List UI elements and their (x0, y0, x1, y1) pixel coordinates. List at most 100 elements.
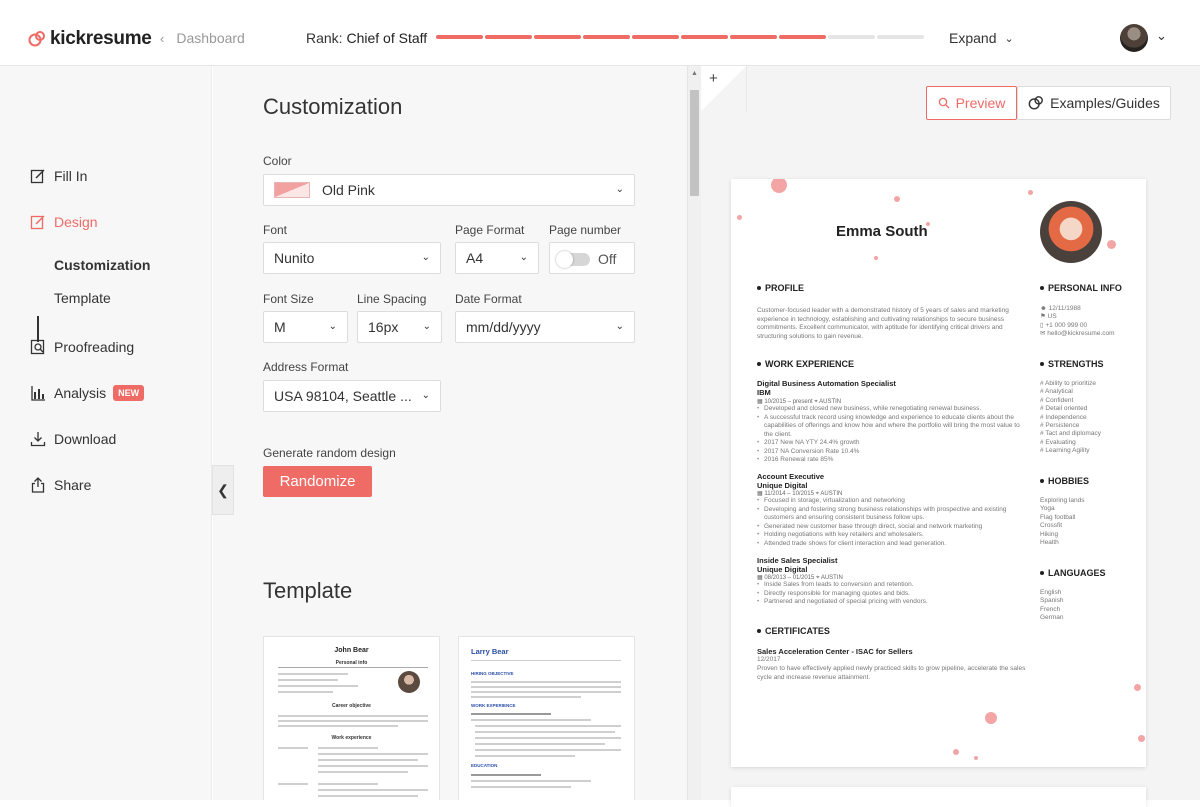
randomize-button[interactable]: Randomize (263, 466, 372, 497)
list-item: # Detail oriented (1040, 405, 1088, 413)
sidebar-item-proofreading[interactable]: Proofreading (30, 339, 134, 355)
edit-icon (30, 169, 45, 184)
decorative-dot (1107, 240, 1116, 249)
template-card-section: Career objective (332, 703, 371, 709)
personal-info-list: ☻ 12/11/1988 ⚑ US ▯ +1 000 999 00 ✉ hell… (1040, 305, 1115, 339)
color-select[interactable]: Old Pink ⌄ (263, 174, 635, 206)
list-item: # Learning Agility (1040, 447, 1090, 455)
font-value: Nunito (274, 250, 315, 266)
person-icon: ☻ (1040, 305, 1049, 312)
collapse-panel-button[interactable]: ❮ (212, 465, 234, 515)
list-item: French (1040, 605, 1061, 613)
scroll-up-arrow-icon[interactable]: ▲ (691, 70, 698, 77)
account-menu-chevron-icon[interactable]: ⌄ (1156, 28, 1167, 44)
sidebar-subitem-customization[interactable]: Customization (54, 257, 150, 273)
font-select[interactable]: Nunito ⌄ (263, 242, 441, 274)
font-label: Font (263, 223, 288, 237)
examples-guides-button[interactable]: Examples/Guides (1017, 86, 1171, 120)
scrollbar-thumb[interactable] (690, 90, 699, 196)
list-item: # Tact and diplomacy (1040, 430, 1101, 438)
certificates-heading: CERTIFICATES (757, 626, 830, 636)
rank-progress-segment (534, 35, 581, 39)
kickresume-logo[interactable]: kickresume (28, 28, 152, 50)
job-company: IBM (757, 388, 771, 397)
resume-page-2[interactable] (731, 787, 1146, 807)
resume-page[interactable]: Emma South PROFILE Customer-focused lead… (731, 179, 1146, 767)
customization-title: Customization (263, 94, 403, 119)
decorative-dot (737, 215, 742, 220)
sidebar-item-analysis[interactable]: Analysis NEW (30, 385, 145, 401)
hobbies-list: Exploring lands Yoga Flag football Cross… (1040, 497, 1084, 547)
back-to-dashboard-link[interactable]: ‹ Dashboard (160, 30, 245, 46)
rank-progress-segment (779, 35, 826, 39)
page-format-value: A4 (466, 250, 484, 266)
list-item: ▯ +1 000 999 00 (1040, 321, 1088, 329)
add-page-icon[interactable]: + (709, 70, 718, 87)
expand-label: Expand (949, 30, 997, 46)
sidebar-item-label: Fill In (54, 168, 88, 184)
rank-progress-segment (436, 35, 483, 39)
chevron-down-icon: ⌄ (615, 321, 624, 332)
profile-text: Customer-focused leader with a demonstra… (757, 307, 1009, 340)
chevron-down-icon: ⌄ (328, 321, 337, 332)
logo-text: kickresume (50, 28, 152, 49)
template-card-name: Larry Bear (471, 647, 509, 656)
profile-photo (1040, 201, 1102, 263)
decorative-dot (894, 196, 900, 202)
template-card-section: Personal info (335, 660, 368, 666)
template-card-section: HIRING OBJECTIVE (471, 671, 514, 676)
search-icon (938, 97, 950, 109)
user-avatar[interactable] (1120, 24, 1148, 52)
edit-icon (30, 215, 45, 230)
sidebar-item-label: Proofreading (54, 339, 135, 355)
job-title: Account Executive (757, 472, 825, 481)
chevron-down-icon: ⌄ (421, 390, 430, 401)
template-card-john-bear[interactable]: John Bear Personal info Career objective… (263, 636, 440, 800)
list-item: Exploring lands (1040, 497, 1085, 504)
list-item: Partnered and negotiated of special pric… (757, 598, 1027, 607)
sidebar-item-share[interactable]: Share (30, 477, 91, 493)
chevron-left-icon: ❮ (217, 481, 229, 498)
list-item: # Persistence (1040, 422, 1080, 430)
page-number-value: Off (598, 251, 617, 267)
list-item: English (1040, 589, 1062, 596)
address-format-value: USA 98104, Seattle ... (274, 388, 412, 404)
rank-progress-segment (828, 35, 875, 39)
chevron-down-icon: ⌄ (1004, 32, 1014, 45)
old-pink-swatch (274, 182, 310, 198)
sidebar-item-fill-in[interactable]: Fill In (30, 168, 87, 184)
preview-button[interactable]: Preview (926, 86, 1017, 120)
font-size-select[interactable]: M ⌄ (263, 311, 348, 343)
sidebar: Fill In Design Customization Template Pr… (0, 66, 212, 800)
rank-progress-segment (877, 35, 924, 39)
rank-label: Rank: (306, 30, 343, 46)
list-item: ⚑ US (1040, 313, 1057, 321)
line-spacing-select[interactable]: 16px ⌄ (357, 311, 442, 343)
page-format-select[interactable]: A4 ⌄ (455, 242, 539, 274)
list-item: # Confident (1040, 396, 1074, 404)
decorative-dot (985, 712, 997, 724)
page-corner-fold (701, 66, 747, 112)
list-item: 2017 NA Conversion Rate 10.4% (757, 448, 1027, 457)
template-card-larry-bear[interactable]: Larry Bear HIRING OBJECTIVE WORK EXPERIE… (458, 636, 635, 800)
sidebar-item-download[interactable]: Download (30, 431, 116, 447)
expand-dropdown[interactable]: Expand ⌄ (949, 30, 1014, 46)
rank-progress-segment (730, 35, 777, 39)
sidebar-subitem-template[interactable]: Template (54, 290, 111, 306)
rank-progress-segment (583, 35, 630, 39)
sidebar-item-label: Share (54, 477, 92, 493)
rank-value: Chief of Staff (346, 30, 428, 46)
work-experience-heading: WORK EXPERIENCE (757, 359, 854, 369)
panel-scrollbar[interactable]: ▲ (687, 66, 701, 800)
proofreading-icon (30, 339, 45, 355)
line-spacing-label: Line Spacing (357, 292, 427, 306)
dashboard-label: Dashboard (176, 30, 245, 46)
page-number-toggle[interactable]: Off (549, 242, 635, 274)
rank-progress-segment (485, 35, 532, 39)
sidebar-item-label: Analysis (54, 385, 107, 401)
address-format-select[interactable]: USA 98104, Seattle ... ⌄ (263, 380, 441, 412)
hobbies-heading: HOBBIES (1040, 476, 1089, 486)
sidebar-item-design[interactable]: Design (30, 214, 98, 230)
date-format-value: mm/dd/yyyy (466, 319, 541, 335)
date-format-select[interactable]: mm/dd/yyyy ⌄ (455, 311, 635, 343)
